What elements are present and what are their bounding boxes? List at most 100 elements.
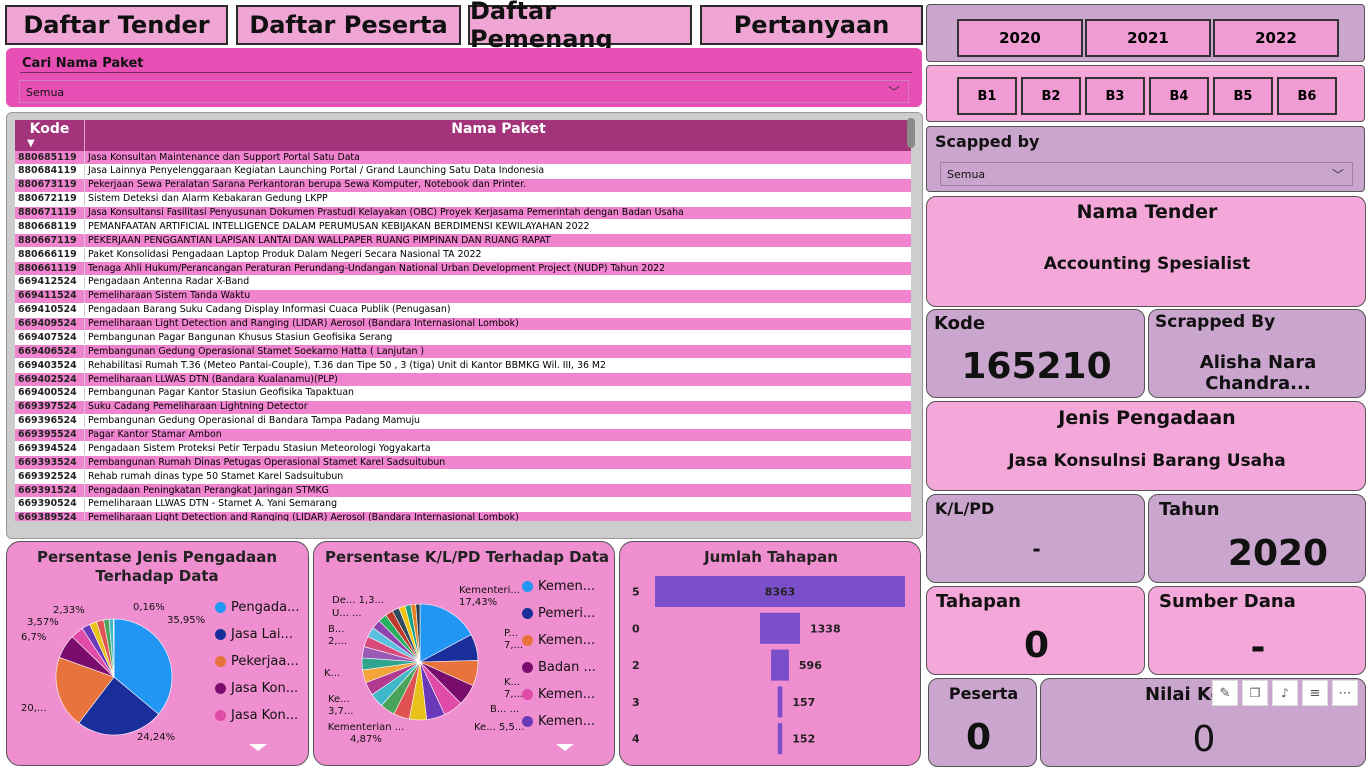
chevron-down-icon[interactable]: [249, 744, 267, 751]
table-row[interactable]: 880672119 Sistem Deteksi dan Alarm Kebaka…: [15, 192, 911, 207]
table-row[interactable]: 669396524 Pembangunan Gedung Operasional …: [15, 414, 911, 429]
table-row[interactable]: 669389524 Pemeliharaan Light Detection an…: [15, 511, 911, 521]
legend-item[interactable]: Kemen...: [522, 714, 595, 729]
data-label: 157: [792, 696, 815, 709]
year-button-2020[interactable]: 2020: [957, 19, 1083, 57]
table-row[interactable]: 880668119 PEMANFAATAN ARTIFICIAL INTELLIG…: [15, 219, 911, 235]
copy-icon[interactable]: ❐: [1242, 680, 1268, 706]
table-row[interactable]: 669409524 Pemeliharaan Light Detection an…: [15, 317, 911, 332]
cell-nama-paket: Pemeliharaan Sistem Tanda Waktu: [84, 289, 911, 304]
cell-nama-paket: Pembangunan Rumah Dinas Petugas Operasio…: [84, 455, 911, 471]
tab-daftar-pemenang[interactable]: Daftar Pemenang: [468, 0, 692, 53]
cell-kode: 880661119: [15, 261, 85, 276]
search-dropdown[interactable]: Semua ﹀: [19, 80, 909, 103]
cell-kode: 669393524: [15, 455, 85, 471]
bar[interactable]: [771, 649, 789, 681]
pie-chart-jenis[interactable]: [54, 617, 174, 737]
bell-icon[interactable]: ♪: [1272, 680, 1298, 706]
legend-dot: [215, 629, 226, 640]
legend-item[interactable]: Pekerjaa...: [215, 654, 299, 669]
legend-item[interactable]: Kemen...: [522, 687, 595, 702]
table-row[interactable]: 669410524 Pengadaan Barang Suku Cadang Di…: [15, 303, 911, 318]
legend-item[interactable]: Jasa Lai...: [215, 627, 293, 642]
table-row[interactable]: 669392524 Rehab rumah dinas type 50 Stame…: [15, 469, 911, 484]
table-row[interactable]: 669411524 Pemeliharaan Sistem Tanda Waktu: [15, 289, 911, 304]
pie-label: P... 7,...: [504, 628, 524, 651]
card-tahun-value: 2020: [1227, 533, 1329, 574]
bulan-button-b1[interactable]: B1: [957, 77, 1017, 115]
legend-label: Pengada...: [231, 600, 300, 615]
legend-item[interactable]: Jasa Kon...: [215, 681, 298, 696]
cell-kode: 669400524: [15, 386, 85, 401]
table-row[interactable]: 669402524 Pemeliharaan LLWAS DTN (Bandara…: [15, 372, 911, 387]
bar[interactable]: [777, 686, 783, 718]
table-row[interactable]: 669403524 Rehabilitasi Rumah T.36 (Meteo …: [15, 358, 911, 373]
table-row[interactable]: 669400524 Pembangunan Pagar Kantor Stasiu…: [15, 386, 911, 401]
cell-kode: 669402524: [15, 372, 85, 387]
scrollbar-vertical[interactable]: [907, 118, 915, 148]
tab-pertanyaan[interactable]: Pertanyaan: [700, 5, 923, 45]
card-klpd-label: K/L/PD: [935, 499, 995, 518]
pie-label: U... ...: [332, 608, 362, 619]
table-row[interactable]: 880684119 Jasa Lainnya Penyelenggaraan Ke…: [15, 164, 911, 179]
pie-chart-klpd[interactable]: [360, 602, 480, 722]
table-row[interactable]: 669406524 Pembangunan Gedung Operasional …: [15, 344, 911, 360]
table-row[interactable]: 669393524 Pembangunan Rumah Dinas Petugas…: [15, 455, 911, 471]
category-label: 5: [632, 586, 640, 599]
card-jenis-value: Jasa Konsulnsi Barang Usaha: [1008, 451, 1286, 471]
col-header-kode[interactable]: Kode ▼: [15, 120, 85, 153]
bulan-button-b6[interactable]: B6: [1277, 77, 1337, 115]
year-button-2022[interactable]: 2022: [1213, 19, 1339, 57]
legend-item[interactable]: Badan ...: [522, 660, 596, 675]
bulan-slicer: B1 B2 B3 B4 B5 B6: [926, 65, 1365, 122]
cell-kode: 669409524: [15, 317, 85, 332]
legend-dot: [522, 689, 533, 700]
table-row[interactable]: 669407524 Pembangunan Pagar Bangunan Khus…: [15, 330, 911, 346]
cell-nama-paket: Pemeliharaan Light Detection and Ranging…: [84, 511, 911, 521]
filter-icon[interactable]: ≡: [1302, 680, 1328, 706]
cell-nama-paket: Pengadaan Barang Suku Cadang Display Inf…: [84, 303, 911, 318]
legend-label: Badan ...: [538, 660, 596, 675]
tab-daftar-peserta[interactable]: Daftar Peserta: [236, 5, 461, 45]
category-label: 4: [632, 733, 640, 746]
legend-item[interactable]: Jasa Kon...: [215, 708, 298, 723]
bulan-button-b4[interactable]: B4: [1149, 77, 1209, 115]
table-row[interactable]: 669394524 Pengadaan Sistem Proteksi Petir…: [15, 441, 911, 457]
bar[interactable]: [760, 612, 800, 644]
bar[interactable]: [777, 723, 783, 755]
pie-label: Kementeri... 17,43%: [459, 585, 520, 608]
table-row[interactable]: 669397524 Suku Cadang Pemeliharaan Lightn…: [15, 400, 911, 415]
bulan-button-b5[interactable]: B5: [1213, 77, 1273, 115]
table-row[interactable]: 669412524 Pengadaan Antenna Radar X-Band: [15, 275, 911, 290]
table-row[interactable]: 880667119 PEKERJAAN PENGGANTIAN LAPISAN L…: [15, 233, 911, 249]
cell-nama-paket: PEMANFAATAN ARTIFICIAL INTELLIGENCE DALA…: [84, 219, 911, 235]
legend-item[interactable]: Kemen...: [522, 633, 595, 648]
table-row[interactable]: 880661119 Tenaga Ahli Hukum/Perancangan P…: [15, 261, 911, 276]
bar-chart-tahapan[interactable]: 5 8363 0 1338 2 596 3 157 4 152: [620, 542, 922, 767]
pin-icon[interactable]: ✎: [1212, 680, 1238, 706]
table-body: 880685119 Jasa Konsultan Maintenance dan …: [15, 151, 911, 521]
legend-item[interactable]: Kemen...: [522, 579, 595, 594]
table-row[interactable]: 669390524 Pemeliharaan LLWAS DTN - Stamet…: [15, 497, 911, 512]
table-row[interactable]: 880671119 Jasa Konsultansi Fasilitasi Pen…: [15, 206, 911, 221]
table-row[interactable]: 880666119 Paket Konsolidasi Pengadaan Lap…: [15, 247, 911, 262]
cell-nama-paket: Pemeliharaan LLWAS DTN - Stamet A. Yani …: [84, 497, 911, 512]
table-row[interactable]: 880673119 Pekerjaan Sewa Peralatan Sarana…: [15, 178, 911, 193]
col-header-nama[interactable]: Nama Paket: [86, 120, 911, 153]
card-sumber-value: -: [1250, 627, 1266, 668]
legend-item[interactable]: Pengada...: [215, 600, 299, 615]
table-row[interactable]: 880685119 Jasa Konsultan Maintenance dan …: [15, 151, 911, 165]
cell-nama-paket: Pengadaan Antenna Radar X-Band: [84, 275, 911, 290]
year-button-2021[interactable]: 2021: [1085, 19, 1211, 57]
legend-item[interactable]: Pemeri...: [522, 606, 595, 621]
pie-label: K... 7,...: [504, 677, 524, 700]
scrapped-dropdown[interactable]: Semua ﹀: [940, 162, 1353, 186]
table-row[interactable]: 669395524 Pagar Kantor Stamar Ambon: [15, 428, 911, 443]
more-options-icon[interactable]: ⋯: [1332, 680, 1358, 706]
table-row[interactable]: 669391524 Pengadaan Peningkatan Perangkat…: [15, 483, 911, 498]
bulan-button-b3[interactable]: B3: [1085, 77, 1145, 115]
cell-kode: 669407524: [15, 330, 85, 346]
bulan-button-b2[interactable]: B2: [1021, 77, 1081, 115]
tab-daftar-tender[interactable]: Daftar Tender: [5, 5, 228, 45]
chevron-down-icon[interactable]: [556, 744, 574, 751]
